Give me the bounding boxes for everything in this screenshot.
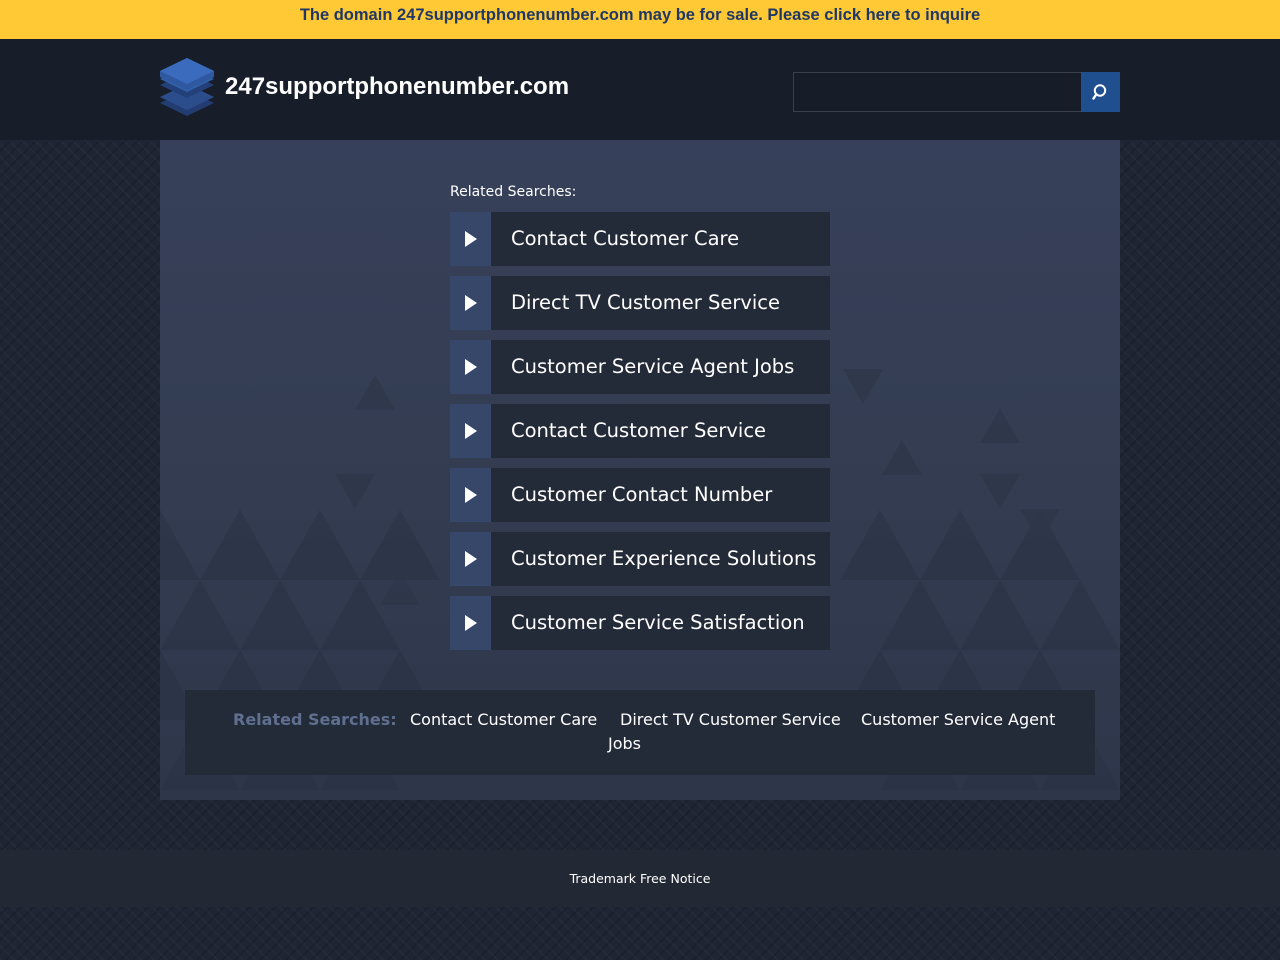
content-panel: Related Searches: Contact Customer Care … bbox=[160, 140, 1120, 800]
footer-related-link-continuation[interactable]: Jobs bbox=[608, 732, 641, 756]
related-search-link[interactable]: Customer Service Satisfaction bbox=[450, 596, 830, 650]
related-search-link[interactable]: Contact Customer Service bbox=[450, 404, 830, 458]
site-footer: Trademark Free Notice bbox=[0, 850, 1280, 907]
play-arrow-icon bbox=[450, 596, 491, 650]
related-search-link[interactable]: Customer Service Agent Jobs bbox=[450, 340, 830, 394]
related-search-label: Direct TV Customer Service bbox=[511, 291, 781, 314]
related-search-link[interactable]: Contact Customer Care bbox=[450, 212, 830, 266]
search-icon bbox=[1091, 84, 1106, 100]
footer-related-link[interactable]: Direct TV Customer Service bbox=[620, 708, 841, 732]
related-search-label: Customer Experience Solutions bbox=[511, 547, 817, 570]
site-header: 247supportphonenumber.com bbox=[0, 39, 1280, 140]
related-search-label: Customer Service Agent Jobs bbox=[511, 355, 795, 378]
related-search-label: Contact Customer Service bbox=[511, 419, 767, 442]
play-arrow-icon bbox=[450, 532, 491, 586]
footer-related-searches: Related Searches: Contact Customer Care … bbox=[185, 690, 1095, 775]
play-arrow-icon bbox=[450, 404, 491, 458]
footer-related-link[interactable]: Customer Service Agent bbox=[861, 708, 1055, 732]
play-arrow-icon bbox=[450, 468, 491, 522]
related-search-label: Customer Contact Number bbox=[511, 483, 773, 506]
footer-related-heading: Related Searches: bbox=[233, 710, 397, 729]
related-searches-heading: Related Searches: bbox=[450, 184, 577, 200]
sale-banner-text: The domain 247supportphonenumber.com may… bbox=[299, 6, 981, 24]
related-search-label: Contact Customer Care bbox=[511, 227, 740, 250]
search-button[interactable] bbox=[1081, 72, 1120, 112]
search-input[interactable] bbox=[793, 72, 1081, 112]
footer-related-link[interactable]: Contact Customer Care bbox=[410, 708, 597, 732]
play-arrow-icon bbox=[450, 276, 491, 330]
related-search-link[interactable]: Customer Contact Number bbox=[450, 468, 830, 522]
play-arrow-icon bbox=[450, 212, 491, 266]
related-searches-list: Contact Customer Care Direct TV Customer… bbox=[450, 212, 830, 660]
play-arrow-icon bbox=[450, 340, 491, 394]
stacked-layers-icon bbox=[160, 58, 214, 116]
trademark-notice-link[interactable]: Trademark Free Notice bbox=[570, 871, 711, 886]
sale-banner-link[interactable]: The domain 247supportphonenumber.com may… bbox=[0, 0, 1280, 39]
site-title: 247supportphonenumber.com bbox=[225, 73, 570, 100]
related-search-label: Customer Service Satisfaction bbox=[511, 611, 805, 634]
related-search-link[interactable]: Direct TV Customer Service bbox=[450, 276, 830, 330]
related-search-link[interactable]: Customer Experience Solutions bbox=[450, 532, 830, 586]
